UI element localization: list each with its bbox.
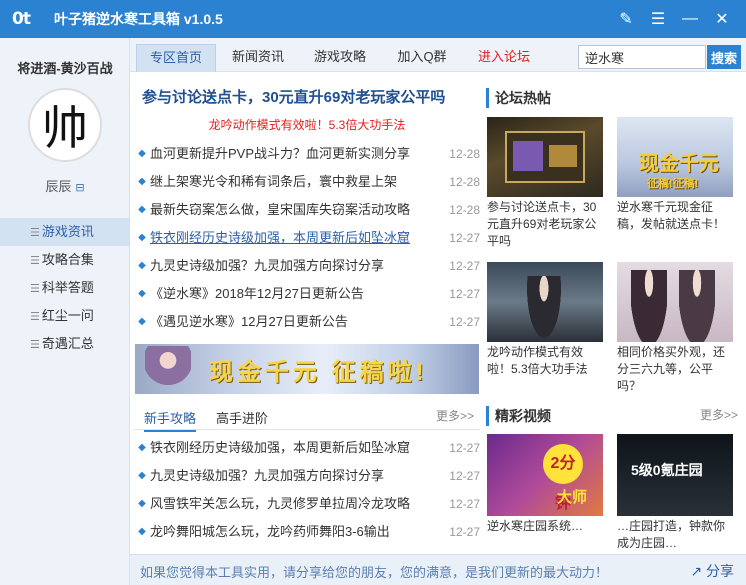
minimize-icon[interactable]: —	[674, 10, 706, 28]
video-title: 精彩视频	[486, 406, 551, 426]
bullet-icon: ◆	[138, 260, 146, 271]
pin-icon[interactable]: ✎	[610, 9, 642, 29]
close-icon[interactable]: ✕	[706, 9, 738, 29]
tab-forum[interactable]: 进入论坛	[466, 44, 542, 72]
tab-advanced-guides[interactable]: 高手进阶	[216, 408, 268, 427]
bullet-icon: ◆	[138, 204, 146, 215]
banner-text: 现金千元 征稿啦!	[209, 359, 428, 386]
forum-caption-3[interactable]: 龙吟动作模式有效啦！5.3倍大功手法	[487, 344, 603, 378]
bullet-icon: ◆	[138, 526, 146, 537]
bullet-icon: ◆	[138, 288, 146, 299]
news-list: ◆ 血河更新提升PVP战斗力？血河更新实测分享 12-28 ◆ 继上架寒光令和稀有词条…	[134, 140, 480, 336]
logout-icon[interactable]: ⊟	[75, 182, 84, 194]
bullet-icon: ◆	[138, 442, 146, 453]
video-caption-1[interactable]: 逆水寒庄园系统…	[487, 518, 603, 552]
headline[interactable]: 参与讨论送点卡，30元直升69对老玩家公平吗	[142, 86, 445, 107]
video-more-link[interactable]: 更多>>	[700, 406, 738, 423]
list-item[interactable]: ◆ 九灵史诗级加强？九灵加强方向探讨分享 12-27	[134, 462, 480, 490]
more-link[interactable]: 更多>>	[436, 407, 474, 424]
forum-caption-1[interactable]: 参与讨论送点卡，30元直升69对老玩家公平吗	[487, 199, 603, 250]
bullet-icon: ◆	[138, 232, 146, 243]
video-caption-2[interactable]: …庄园打造，钟款你成为庄园…	[617, 518, 733, 552]
sidebar-item-questions[interactable]: ☰ 红尘一问	[0, 302, 130, 330]
forum-caption-4[interactable]: 相同价格买外观，还分三六九等，公平吗？	[617, 344, 733, 395]
top-tabs: 专区首页 新闻资讯 游戏攻略 加入Q群 进入论坛 搜索	[130, 38, 746, 72]
forum-thumb-4[interactable]	[617, 262, 733, 342]
sidebar: 将进酒-黄沙百战 帅 辰辰 ⊟ ☰ 游戏资讯 ☰ 攻略合集 ☰ 科举答题 ☰ 红尘一问 ☰…	[0, 38, 130, 585]
list-item[interactable]: ◆ 九灵史诗级加强？九灵加强方向探讨分享 12-27	[134, 252, 480, 280]
sidebar-item-encounters[interactable]: ☰ 奇遇汇总	[0, 330, 130, 358]
video-thumb-2[interactable]: 5级0氪庄园	[617, 434, 733, 516]
list-icon: ☰	[30, 283, 40, 295]
list-icon: ☰	[30, 255, 40, 267]
bullet-icon: ◆	[138, 148, 146, 159]
bullet-icon: ◆	[138, 316, 146, 327]
app-logo: 0t	[12, 9, 31, 29]
forum-thumb-3[interactable]	[487, 262, 603, 342]
promo-banner[interactable]: 现金千元 征稿啦!	[135, 344, 479, 394]
forum-title: 论坛热帖	[486, 88, 551, 108]
video-thumb-1[interactable]: 2分钟 大师	[487, 434, 603, 516]
tab-guides[interactable]: 游戏攻略	[302, 44, 378, 72]
sidebar-item-news[interactable]: ☰ 游戏资讯	[0, 218, 130, 246]
avatar[interactable]: 帅	[28, 88, 102, 162]
tab-beginner-guides[interactable]: 新手攻略	[144, 408, 197, 432]
list-icon: ☰	[30, 311, 40, 323]
list-item[interactable]: ◆ 继上架寒光令和稀有词条后，寰中救星上架 12-28	[134, 168, 480, 196]
search-button[interactable]: 搜索	[707, 45, 741, 69]
sub-tabs: 新手攻略 高手进阶 更多>>	[134, 404, 480, 432]
list-item[interactable]: ◆ 龙吟舞阳城怎么玩，龙吟药师舞阳3-6输出 12-27	[134, 518, 480, 546]
list-item[interactable]: ◆ 血河更新提升PVP战斗力？血河更新实测分享 12-28	[134, 140, 480, 168]
list-item[interactable]: ◆ 最新失窃案怎么做，皇宋国库失窃案活动攻略 12-28	[134, 196, 480, 224]
app-title: 叶子猪逆水寒工具箱 v1.0.5	[54, 11, 223, 27]
bullet-icon: ◆	[138, 176, 146, 187]
sidebar-item-exam[interactable]: ☰ 科举答题	[0, 274, 130, 302]
forum-caption-2[interactable]: 逆水寒千元现金征稿，发帖就送点卡！	[617, 199, 733, 233]
list-icon: ☰	[30, 227, 40, 239]
list-item[interactable]: ◆ 《遇见逆水寒》12月27日更新公告 12-27	[134, 308, 480, 336]
forum-thumb-1[interactable]	[487, 117, 603, 197]
tab-home[interactable]: 专区首页	[136, 44, 216, 72]
list-item[interactable]: ◆ 铁衣刚经历史诗级加强，本周更新后如坠冰窟 12-27	[134, 224, 480, 252]
list-icon: ☰	[30, 339, 40, 351]
status-bar: 如果您觉得本工具实用，请分享给您的朋友，您的满意，是我们更新的最大动力！ ↗ 分…	[130, 554, 746, 585]
tab-news[interactable]: 新闻资讯	[220, 44, 296, 72]
search-input[interactable]	[578, 45, 706, 69]
title-bar: 0t 叶子猪逆水寒工具箱 v1.0.5 ✎ ☰ — ✕	[0, 0, 746, 38]
sidebar-item-guides[interactable]: ☰ 攻略合集	[0, 246, 130, 274]
side-menu: ☰ 游戏资讯 ☰ 攻略合集 ☰ 科举答题 ☰ 红尘一问 ☰ 奇遇汇总	[0, 218, 130, 358]
forum-thumb-2[interactable]: 现金千元 征稿!征稿!	[617, 117, 733, 197]
server-name: 将进酒-黄沙百战	[17, 61, 113, 76]
user-name-row: 辰辰 ⊟	[0, 176, 130, 195]
share-button[interactable]: ↗ 分享	[690, 561, 734, 581]
share-icon: ↗	[690, 563, 703, 579]
banner-figure	[145, 346, 191, 394]
subheadline[interactable]: 龙吟动作模式有效啦！5.3倍大功手法	[134, 116, 480, 133]
user-name: 辰辰	[45, 179, 72, 194]
bullet-icon: ◆	[138, 470, 146, 481]
list-item[interactable]: ◆ 铁衣刚经历史诗级加强，本周更新后如坠冰窟 12-27	[134, 434, 480, 462]
bullet-icon: ◆	[138, 498, 146, 509]
tab-qq-group[interactable]: 加入Q群	[386, 44, 458, 72]
list-item[interactable]: ◆ 《逆水寒》2018年12月27日更新公告 12-27	[134, 280, 480, 308]
menu-icon[interactable]: ☰	[642, 9, 674, 29]
share-message: 如果您觉得本工具实用，请分享给您的朋友，您的满意，是我们更新的最大动力！	[140, 565, 609, 580]
window-controls: ✎ ☰ — ✕	[610, 0, 738, 38]
guide-list: ◆ 铁衣刚经历史诗级加强，本周更新后如坠冰窟 12-27 ◆ 九灵史诗级加强？九灵加强…	[134, 434, 480, 546]
list-item[interactable]: ◆ 风雪铁牢关怎么玩，九灵修罗单拉周冷龙攻略 12-27	[134, 490, 480, 518]
